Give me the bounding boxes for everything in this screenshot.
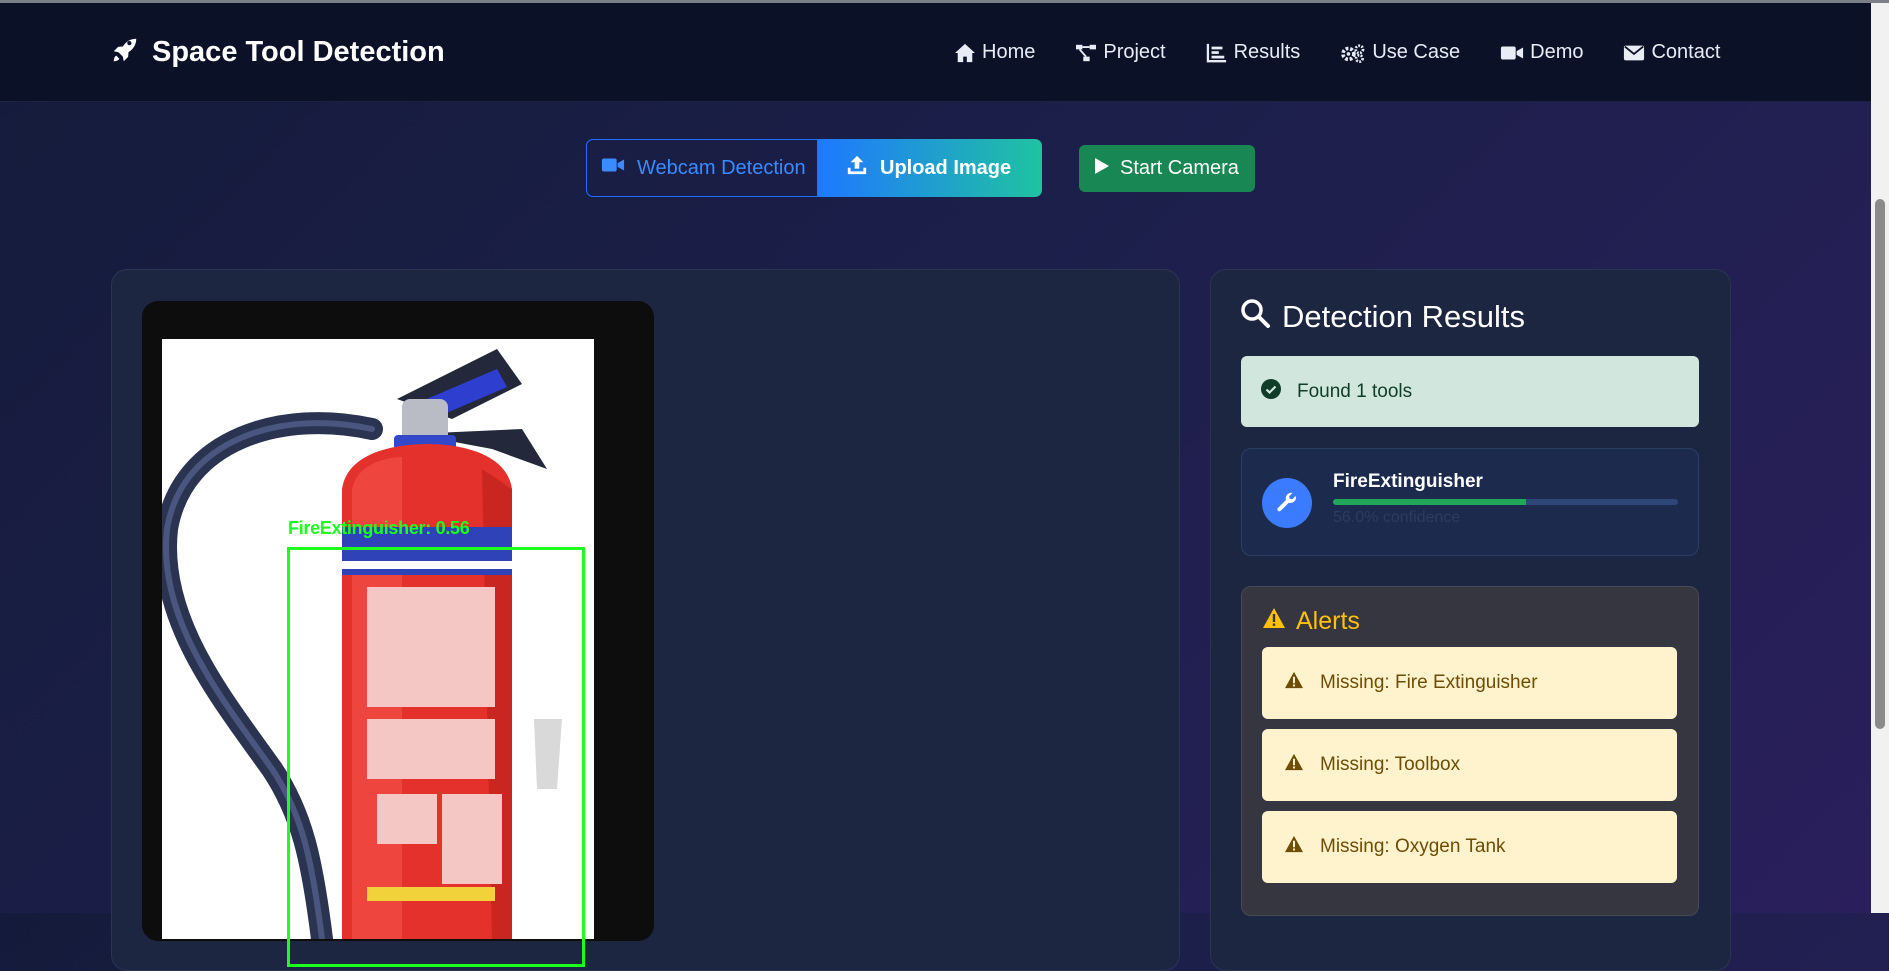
upload-image-label: Upload Image <box>880 156 1012 179</box>
nav-project-label: Project <box>1103 41 1166 63</box>
video-icon <box>1500 44 1524 62</box>
nav-contact-label: Contact <box>1651 41 1721 63</box>
alerts-heading: Alerts <box>1262 607 1360 636</box>
brand-title: Space Tool Detection <box>152 36 445 68</box>
navbar: Space Tool Detection Home Project Result… <box>0 3 1889 102</box>
warning-icon <box>1284 753 1304 777</box>
nav-results-label: Results <box>1233 41 1301 63</box>
nav-project[interactable]: Project <box>1075 41 1166 64</box>
brand[interactable]: Space Tool Detection <box>110 35 445 70</box>
nav-use-case-label: Use Case <box>1372 41 1461 63</box>
found-status-text: Found 1 tools <box>1297 380 1413 402</box>
nav-home[interactable]: Home <box>954 41 1035 64</box>
chart-icon <box>1206 43 1228 63</box>
warning-icon <box>1262 607 1286 636</box>
start-camera-button[interactable]: Start Camera <box>1079 145 1255 192</box>
rocket-icon <box>110 35 140 70</box>
nav-demo-label: Demo <box>1530 41 1584 63</box>
nav-links: Home Project Results Use Case Demo Conta… <box>954 41 1760 64</box>
warning-icon <box>1284 671 1304 695</box>
envelope-icon <box>1623 44 1645 62</box>
nav-use-case[interactable]: Use Case <box>1340 41 1460 64</box>
alert-item: Missing: Fire Extinguisher <box>1262 647 1677 719</box>
check-circle-icon <box>1261 378 1281 405</box>
start-camera-label: Start Camera <box>1120 157 1239 179</box>
webcam-detection-button[interactable]: Webcam Detection <box>586 139 818 197</box>
project-diagram-icon <box>1075 43 1097 63</box>
nav-contact[interactable]: Contact <box>1623 41 1720 64</box>
nav-demo[interactable]: Demo <box>1500 41 1583 64</box>
upload-image-button[interactable]: Upload Image <box>818 139 1042 197</box>
scrollbar-thumb[interactable] <box>1875 199 1885 729</box>
home-icon <box>954 43 976 63</box>
detection-mode-toggle: Webcam Detection Upload Image <box>586 139 1042 197</box>
wrench-icon <box>1262 478 1312 528</box>
confidence-text: 56.0% confidence <box>1333 509 1461 526</box>
found-status-banner: Found 1 tools <box>1241 356 1699 427</box>
nav-results[interactable]: Results <box>1206 41 1301 64</box>
results-title: Detection Results <box>1282 299 1525 334</box>
play-icon <box>1094 157 1110 181</box>
gears-icon <box>1340 43 1366 63</box>
webcam-detection-label: Webcam Detection <box>637 156 806 179</box>
alerts-title: Alerts <box>1296 607 1360 635</box>
alert-item: Missing: Oxygen Tank <box>1262 811 1677 883</box>
alert-text: Missing: Toolbox <box>1320 754 1461 775</box>
results-heading: Detection Results <box>1240 298 1525 336</box>
detection-bounding-box <box>287 547 585 967</box>
detection-box-label: FireExtinguisher: 0.56 <box>288 518 470 538</box>
tool-result-card[interactable]: FireExtinguisher 56.0% confidence <box>1241 448 1699 556</box>
nav-home-label: Home <box>982 41 1036 63</box>
search-icon <box>1240 298 1270 336</box>
confidence-bar <box>1333 499 1678 505</box>
tool-name: FireExtinguisher <box>1333 471 1483 492</box>
alert-text: Missing: Oxygen Tank <box>1320 836 1506 857</box>
alert-item: Missing: Toolbox <box>1262 729 1677 801</box>
alert-text: Missing: Fire Extinguisher <box>1320 672 1538 693</box>
warning-icon <box>1284 835 1304 859</box>
confidence-bar-fill <box>1333 499 1527 505</box>
video-icon <box>601 156 625 180</box>
upload-icon <box>846 154 868 182</box>
